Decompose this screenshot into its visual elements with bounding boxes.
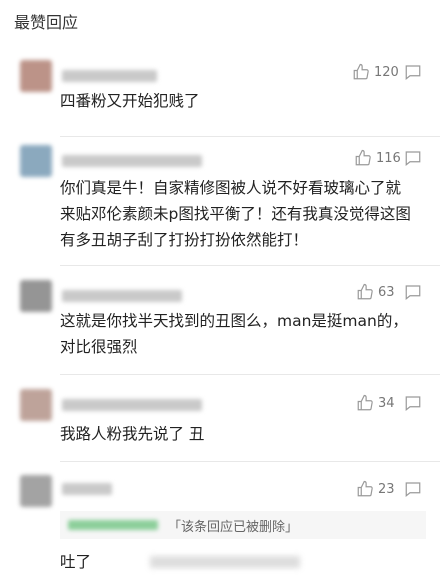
comment-text: 我路人粉我先说了 丑	[60, 425, 205, 443]
quoted-username	[68, 520, 158, 530]
username[interactable]	[62, 399, 202, 411]
reply-icon[interactable]	[404, 394, 422, 412]
thumbs-up-icon	[357, 394, 373, 411]
username[interactable]	[62, 290, 182, 302]
reply-icon[interactable]	[404, 63, 422, 81]
divider	[60, 265, 440, 266]
avatar[interactable]	[20, 389, 52, 421]
divider	[60, 136, 440, 137]
username[interactable]	[62, 155, 202, 167]
divider	[60, 374, 440, 375]
username[interactable]	[62, 70, 157, 82]
quoted-reply: 「该条回应已被删除」	[60, 511, 426, 539]
comment-text-line: 对比很强烈	[60, 338, 138, 356]
avatar[interactable]	[20, 280, 52, 312]
comment-text: 四番粉又开始犯贱了	[60, 92, 200, 110]
reply-icon[interactable]	[404, 283, 422, 301]
watermark	[150, 556, 300, 568]
like-count: 120	[374, 64, 399, 80]
reply-icon[interactable]	[404, 480, 422, 498]
avatar[interactable]	[20, 145, 52, 177]
comment-text-line: 这就是你找半天找到的丑图么，man是挺man的，	[60, 312, 408, 330]
thumbs-up-icon	[355, 149, 371, 166]
comment-text-line: 你们真是牛！自家精修图被人说不好看玻璃心了就	[60, 179, 402, 197]
reply-icon[interactable]	[404, 149, 422, 167]
deleted-reply-notice: 「该条回应已被删除」	[168, 519, 299, 535]
comment-text-line: 来贴邓伦素颜未p图找平衡了！还有我真没觉得这图	[60, 205, 411, 223]
like-count: 34	[378, 395, 395, 411]
username[interactable]	[62, 483, 112, 495]
avatar[interactable]	[20, 60, 52, 92]
comment-text-line: 有多丑胡子刮了打扮打扮依然能打！	[60, 231, 309, 249]
section-title: 最赞回应	[14, 13, 79, 32]
like-count: 116	[376, 150, 401, 166]
like-count: 63	[378, 284, 395, 300]
avatar[interactable]	[20, 475, 52, 507]
thumbs-up-icon	[353, 63, 369, 80]
comment-text: 这就是你找半天找到的丑图么，man是挺man的， 对比很强烈	[60, 308, 414, 360]
thumbs-up-icon	[357, 480, 373, 497]
thumbs-up-icon	[357, 283, 373, 300]
comment-text: 你们真是牛！自家精修图被人说不好看玻璃心了就 来贴邓伦素颜未p图找平衡了！还有我…	[60, 175, 414, 253]
like-count: 23	[378, 481, 395, 497]
divider	[60, 461, 440, 462]
